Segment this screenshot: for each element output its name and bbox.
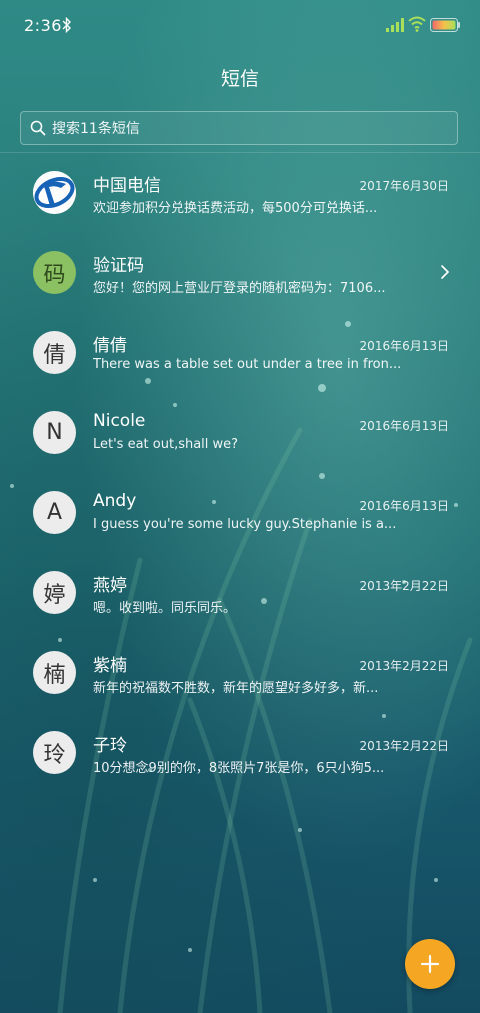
plus-icon <box>420 954 440 974</box>
conversation-date: 2013年2月22日 <box>359 659 449 673</box>
conversation-name: 燕婷 <box>93 576 127 596</box>
conversation-date: 2013年2月22日 <box>359 579 449 593</box>
conversation-date: 2013年2月22日 <box>359 739 449 753</box>
conversation-item[interactable]: 倩 倩倩 2016年6月13日 There was a table set ou… <box>0 312 480 392</box>
conversation-preview: 您好！您的网上营业厅登录的随机密码为：7106... <box>93 281 386 296</box>
battery-icon <box>430 18 460 32</box>
conversation-date: 2016年6月13日 <box>359 499 449 513</box>
bluetooth-icon <box>62 17 71 33</box>
avatar: 玲 <box>33 731 76 774</box>
conversation-preview: Let's eat out,shall we? <box>93 437 239 452</box>
avatar: 倩 <box>33 331 76 374</box>
conversation-date: 2016年6月13日 <box>359 419 449 433</box>
conversation-item[interactable]: 玲 子玲 2013年2月22日 10分想念9别的你，8张照片7张是你，6只小狗5… <box>0 712 480 792</box>
conversation-name: 紫楠 <box>93 656 127 676</box>
conversation-preview: 嗯。收到啦。同乐同乐。 <box>93 601 237 616</box>
status-time: 2:36 <box>24 16 62 35</box>
avatar: 码 <box>33 251 76 294</box>
conversation-name: 倩倩 <box>93 336 127 356</box>
conversation-item[interactable]: 楠 紫楠 2013年2月22日 新年的祝福数不胜数，新年的愿望好多好多，新... <box>0 632 480 712</box>
conversation-preview: 新年的祝福数不胜数，新年的愿望好多好多，新... <box>93 681 379 696</box>
page-title: 短信 <box>220 68 259 90</box>
conversation-preview: There was a table set out under a tree i… <box>93 357 402 372</box>
avatar: 婷 <box>33 571 76 614</box>
search-input[interactable]: 搜索11条短信 <box>20 111 458 145</box>
conversation-item[interactable]: 婷 燕婷 2013年2月22日 嗯。收到啦。同乐同乐。 <box>0 552 480 632</box>
search-icon <box>30 120 46 136</box>
avatar: 楠 <box>33 651 76 694</box>
chevron-right-icon[interactable] <box>440 264 450 280</box>
conversation-item[interactable]: N Nicole 2016年6月13日 Let's eat out,shall … <box>0 392 480 472</box>
avatar: A <box>33 491 76 534</box>
conversation-name: 验证码 <box>93 256 144 276</box>
china-telecom-logo-icon <box>33 171 76 214</box>
conversation-date: 2016年6月13日 <box>359 339 449 353</box>
conversation-item-verification-code[interactable]: 码 验证码 您好！您的网上营业厅登录的随机密码为：7106... <box>0 232 480 312</box>
conversation-item[interactable]: A Andy 2016年6月13日 I guess you're some lu… <box>0 472 480 552</box>
conversation-item-china-telecom[interactable]: 中国电信 2017年6月30日 欢迎参加积分兑换话费活动，每500分可兑换话..… <box>0 152 480 232</box>
conversation-name: Andy <box>93 491 137 511</box>
conversation-date: 2017年6月30日 <box>359 179 449 193</box>
conversation-list: 中国电信 2017年6月30日 欢迎参加积分兑换话费活动，每500分可兑换话..… <box>0 152 480 792</box>
status-bar: 2:36 <box>0 0 480 52</box>
conversation-preview: I guess you're some lucky guy.Stephanie … <box>93 517 397 532</box>
wifi-icon <box>408 16 426 32</box>
conversation-preview: 10分想念9别的你，8张照片7张是你，6只小狗5... <box>93 761 385 776</box>
conversation-preview: 欢迎参加积分兑换话费活动，每500分可兑换话... <box>93 201 378 216</box>
new-message-button[interactable] <box>405 939 455 989</box>
conversation-name: 中国电信 <box>93 176 161 196</box>
signal-icon <box>386 18 404 32</box>
conversation-name: 子玲 <box>93 736 127 756</box>
avatar: N <box>33 411 76 454</box>
conversation-name: Nicole <box>93 411 146 431</box>
search-placeholder: 搜索11条短信 <box>52 121 140 137</box>
